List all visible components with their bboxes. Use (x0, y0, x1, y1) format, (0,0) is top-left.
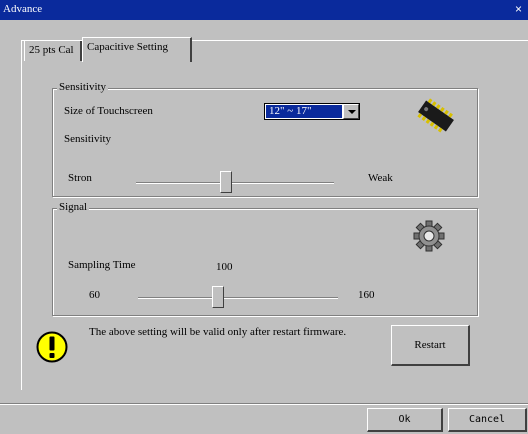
window-title: Advance (3, 3, 43, 15)
sampling-slider-track[interactable] (138, 297, 338, 299)
warning-icon (36, 331, 68, 363)
touchscreen-size-value: 12" ~ 17" (266, 105, 342, 118)
sampling-slider-thumb[interactable] (212, 286, 224, 308)
sensitivity-slider-track[interactable] (136, 182, 334, 184)
chip-icon (417, 98, 454, 133)
divider (0, 403, 528, 405)
restart-button[interactable]: Restart (391, 325, 470, 366)
restart-notice-text: The above setting will be valid only aft… (89, 326, 347, 338)
sampling-min-label: 60 (89, 289, 100, 301)
sensitivity-min-label: Stron (68, 172, 92, 184)
cancel-button[interactable]: Cancel (448, 408, 527, 432)
close-icon[interactable]: × (515, 3, 528, 17)
gear-icon (413, 220, 445, 252)
size-of-touchscreen-label: Size of Touchscreen (64, 105, 153, 117)
sensitivity-slider-thumb[interactable] (220, 171, 232, 193)
sampling-max-label: 160 (358, 289, 375, 301)
sampling-time-value: 100 (216, 261, 233, 273)
tab-capacitive-setting[interactable]: Capacitive Setting (82, 37, 192, 62)
signal-group-title: Signal (57, 201, 90, 213)
ok-button[interactable]: Ok (367, 408, 443, 432)
sensitivity-max-label: Weak (368, 172, 393, 184)
chevron-down-icon[interactable] (343, 104, 359, 119)
sensitivity-label: Sensitivity (64, 133, 112, 145)
sensitivity-group-title: Sensitivity (57, 81, 109, 93)
touchscreen-size-select[interactable]: 12" ~ 17" (264, 103, 360, 120)
title-bar: Advance × (0, 0, 528, 20)
sampling-time-label: Sampling Time (68, 259, 136, 271)
